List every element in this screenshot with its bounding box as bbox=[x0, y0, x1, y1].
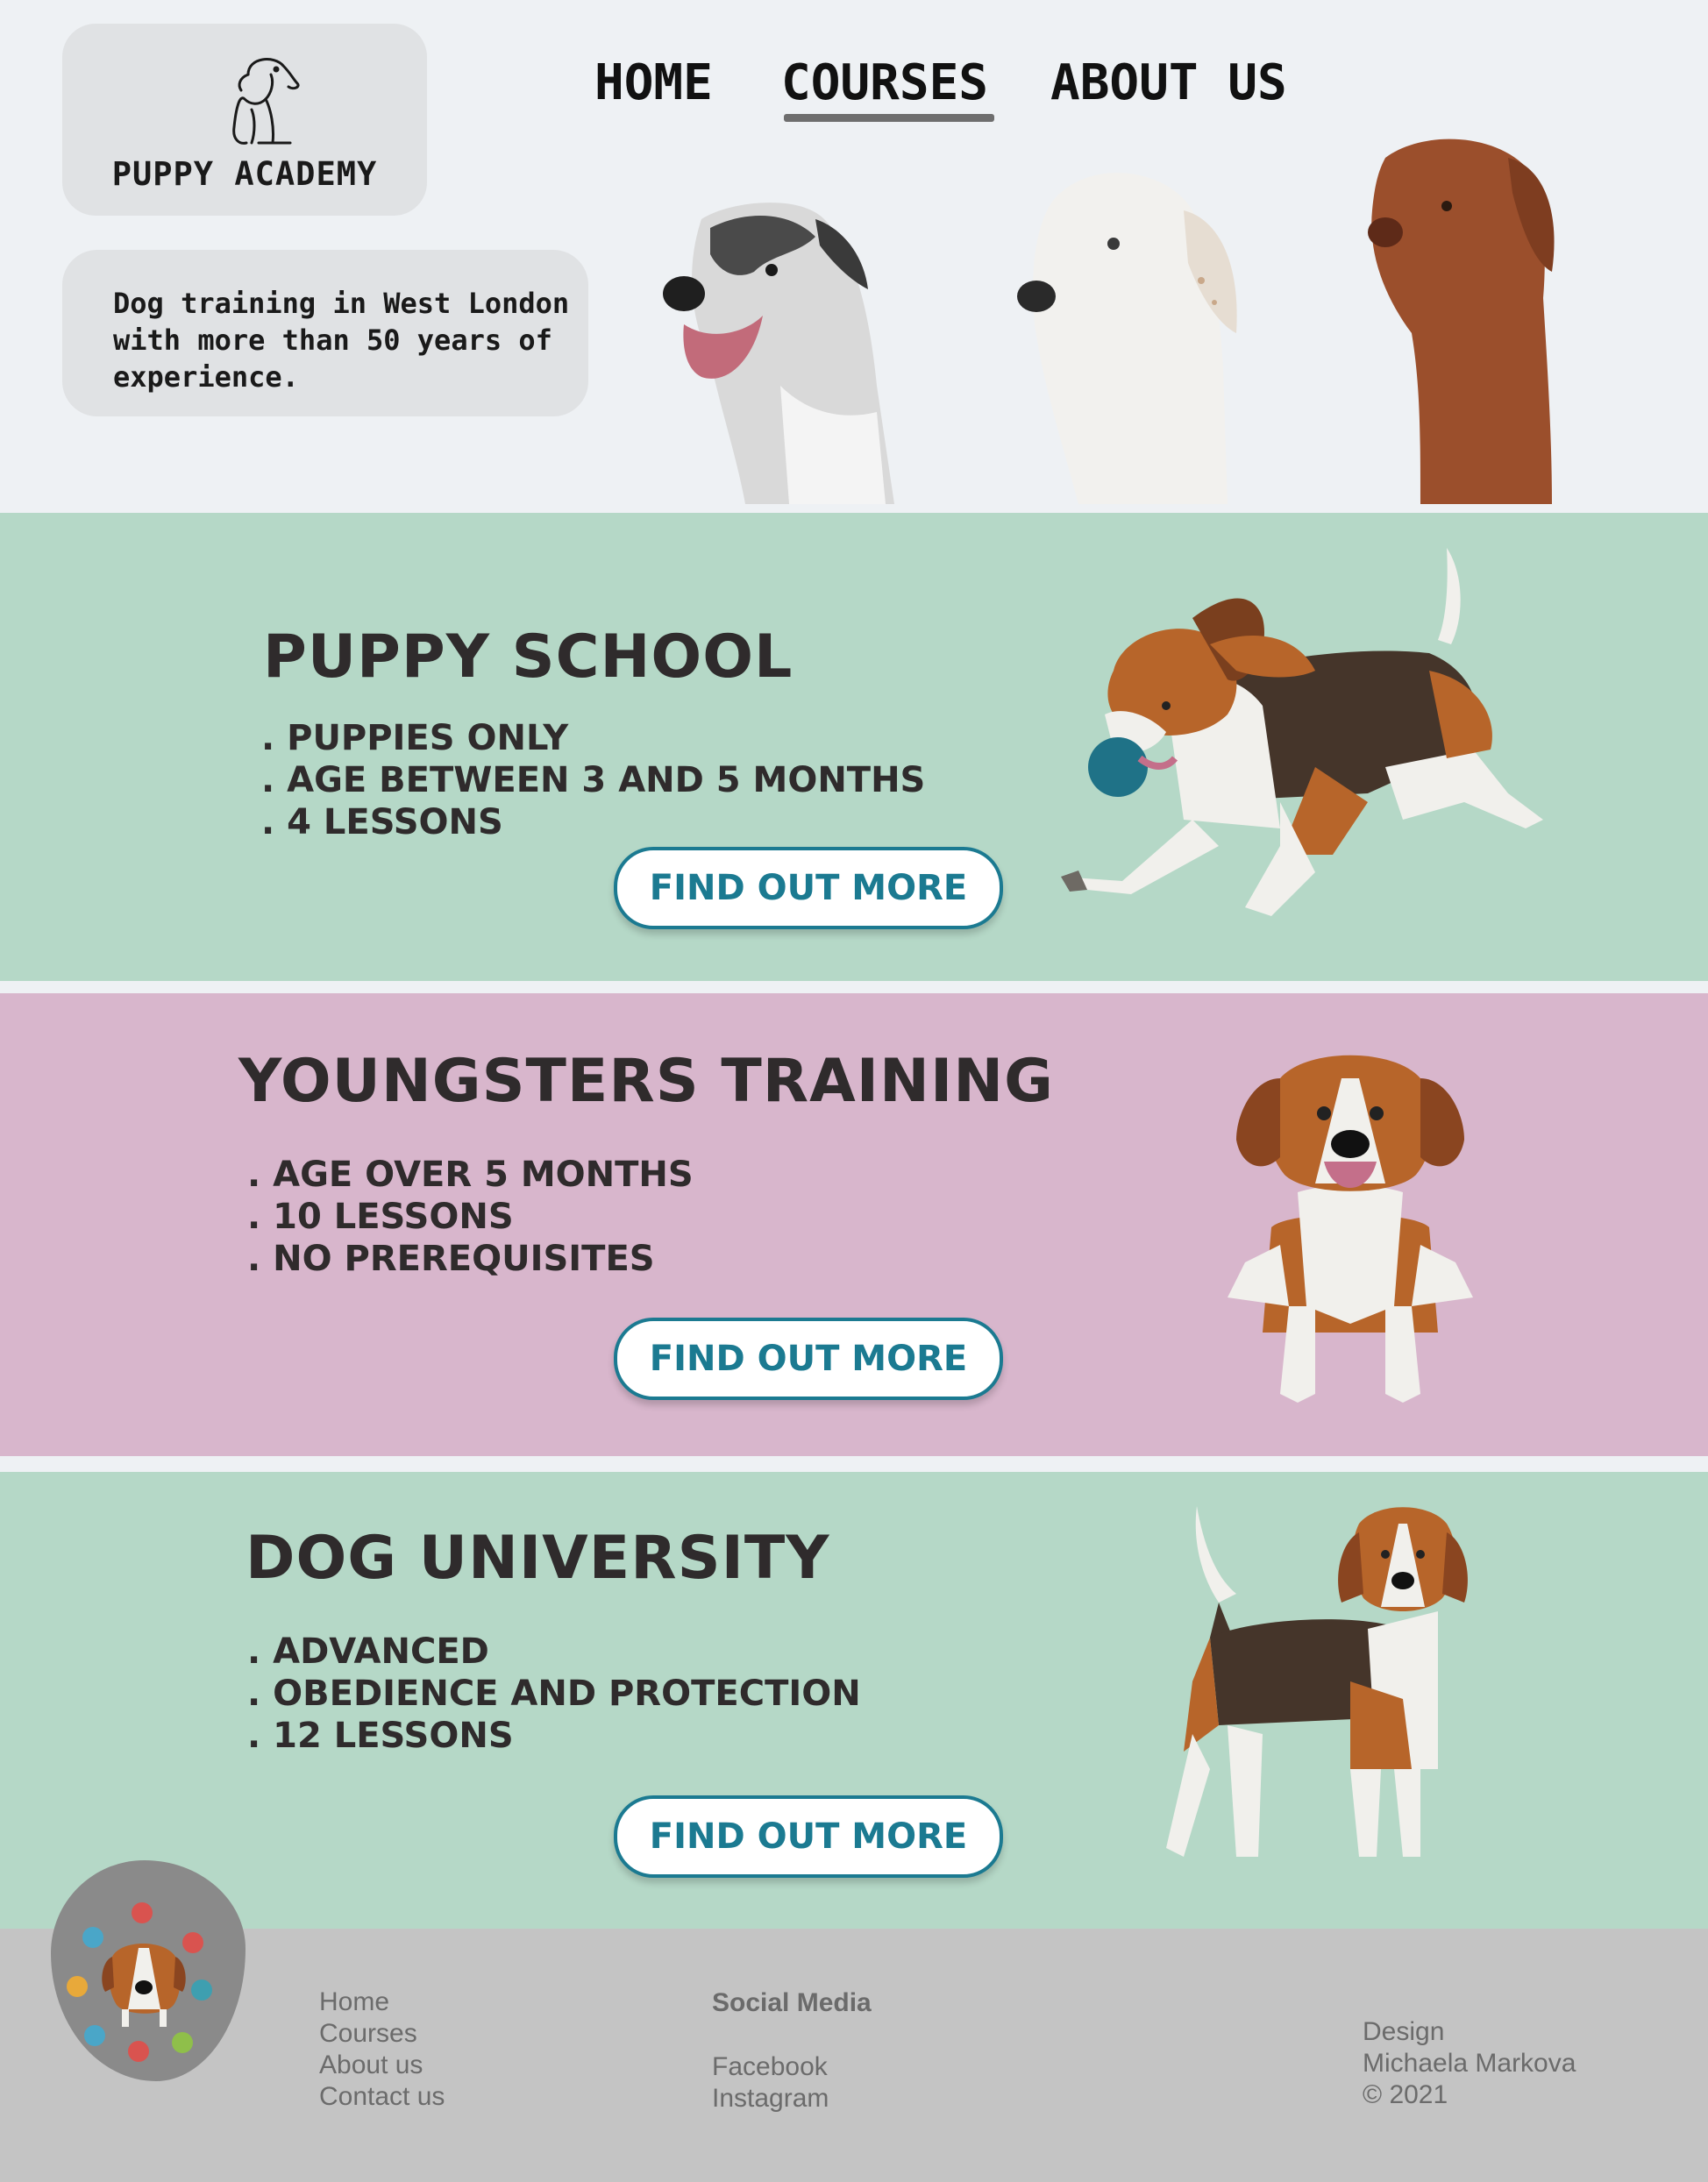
nav-home[interactable]: HOME bbox=[594, 54, 713, 111]
nav-active-underline bbox=[784, 114, 994, 122]
section-item: . 4 LESSONS bbox=[261, 802, 503, 842]
credit-line: © 2021 bbox=[1363, 2080, 1448, 2109]
footer-link-facebook[interactable]: Facebook bbox=[712, 2051, 828, 2083]
standing-beagle-icon bbox=[1166, 1506, 1468, 1857]
social-blob bbox=[51, 1860, 246, 2081]
twitter-icon[interactable] bbox=[84, 2025, 105, 2046]
share-icon[interactable] bbox=[191, 1979, 212, 2001]
running-beagle-icon bbox=[1061, 548, 1543, 916]
collie-dog-icon bbox=[663, 203, 894, 504]
logo-text: PUPPY ACADEMY bbox=[111, 155, 378, 193]
section-title: DOG UNIVERSITY bbox=[246, 1524, 830, 1593]
footer-link-about-us[interactable]: About us bbox=[319, 2050, 423, 2081]
youtube-icon[interactable] bbox=[128, 2041, 149, 2062]
setter-dog-icon bbox=[1017, 173, 1237, 504]
footer-link-contact-us[interactable]: Contact us bbox=[319, 2081, 445, 2113]
section-title: PUPPY SCHOOL bbox=[263, 622, 794, 692]
section-item: . AGE OVER 5 MONTHS bbox=[247, 1155, 694, 1195]
find-out-more-button[interactable]: FIND OUT MORE bbox=[614, 1795, 1003, 1878]
section-item: . NO PREREQUISITES bbox=[247, 1239, 655, 1279]
nav-about-us[interactable]: ABOUT US bbox=[1050, 54, 1287, 111]
section-item: . OBEDIENCE AND PROTECTION bbox=[247, 1674, 861, 1714]
nav-courses[interactable]: COURSES bbox=[781, 54, 988, 111]
credit-line: Design bbox=[1363, 2017, 1445, 2046]
social-heading: Social Media bbox=[712, 1988, 872, 2017]
like-icon[interactable] bbox=[182, 1932, 203, 1953]
footer-link-instagram[interactable]: Instagram bbox=[712, 2083, 829, 2114]
section-item: . 10 LESSONS bbox=[247, 1197, 514, 1237]
vizsla-dog-icon bbox=[1368, 139, 1555, 504]
section-item: . 12 LESSONS bbox=[247, 1716, 514, 1756]
tagline-text: Dog training in West London with more th… bbox=[113, 287, 570, 394]
find-out-more-button[interactable]: FIND OUT MORE bbox=[614, 1318, 1003, 1400]
footer-link-courses[interactable]: Courses bbox=[319, 2018, 417, 2050]
section-item: . AGE BETWEEN 3 AND 5 MONTHS bbox=[261, 760, 926, 800]
section-item: . PUPPIES ONLY bbox=[261, 718, 569, 758]
footer-link-home[interactable]: Home bbox=[319, 1987, 389, 2018]
sitting-beagle-icon bbox=[1228, 1055, 1473, 1403]
section-item: . ADVANCED bbox=[247, 1631, 489, 1672]
section-title: YOUNGSTERS TRAINING bbox=[238, 1047, 1054, 1116]
logo-card[interactable]: PUPPY ACADEMY bbox=[62, 24, 427, 216]
heart-icon[interactable] bbox=[82, 1927, 103, 1948]
chat-icon[interactable] bbox=[132, 1902, 153, 1923]
camera-icon[interactable] bbox=[172, 2032, 193, 2053]
mail-icon[interactable] bbox=[67, 1976, 88, 1997]
credit-line: Michaela Markova bbox=[1363, 2049, 1576, 2078]
find-out-more-button[interactable]: FIND OUT MORE bbox=[614, 847, 1003, 929]
dog-logo-icon bbox=[232, 58, 300, 145]
tagline-card: Dog training in West London with more th… bbox=[62, 250, 588, 416]
hero-dogs-image bbox=[663, 139, 1555, 504]
